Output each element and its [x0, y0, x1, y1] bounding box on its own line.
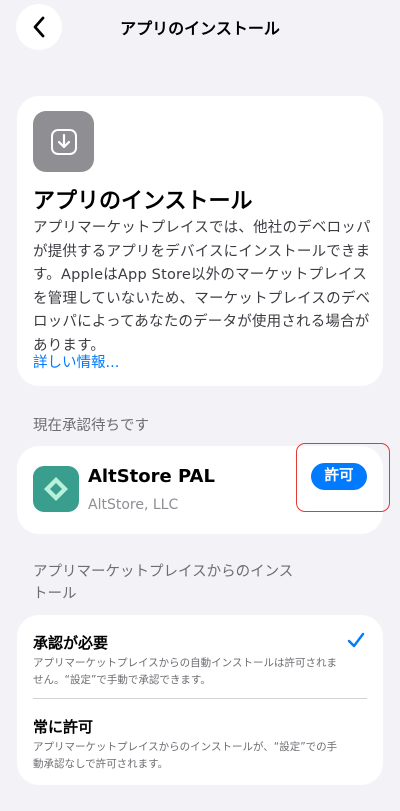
- download-arrow-icon: [33, 111, 94, 172]
- option-description: アプリマーケットプレイスからの自動インストールは許可されません。“設定”で手動で…: [33, 657, 337, 686]
- pending-section-header: 現在承認待ちです: [33, 418, 149, 434]
- marketplace-section-header: アプリマーケットプレイスからのインストール: [33, 564, 294, 602]
- info-title: アプリのインストール: [33, 189, 253, 214]
- app-name: AltStore PAL: [88, 466, 215, 487]
- navigation-bar: アプリのインストール: [0, 0, 400, 56]
- allow-highlight-box: 許可: [296, 443, 390, 512]
- option-always-allow[interactable]: 常に許可 アプリマーケットプレイスからのインストールが、“設定”での手動承認なし…: [17, 699, 383, 785]
- option-title: 常に許可: [33, 718, 94, 736]
- altstore-app-icon: [33, 466, 79, 512]
- app-developer: AltStore, LLC: [88, 497, 179, 513]
- allow-button[interactable]: 許可: [311, 463, 367, 490]
- checkmark-icon: [347, 632, 365, 648]
- info-description: アプリマーケットプレイスでは、他社のデベロッパが提供するアプリをデバイスにインス…: [33, 220, 371, 354]
- info-card: アプリのインストール アプリマーケットプレイスでは、他社のデベロッパが提供するア…: [17, 96, 383, 386]
- learn-more-link[interactable]: 詳しい情報...: [33, 351, 119, 372]
- install-options-card: 承認が必要 アプリマーケットプレイスからの自動インストールは許可されません。“設…: [17, 615, 383, 785]
- option-description: アプリマーケットプレイスからのインストールが、“設定”での手動承認なしで許可され…: [33, 741, 338, 770]
- option-require-approval[interactable]: 承認が必要 アプリマーケットプレイスからの自動インストールは許可されません。“設…: [17, 615, 383, 698]
- option-title: 承認が必要: [33, 634, 109, 652]
- page-title: アプリのインストール: [120, 19, 280, 38]
- pending-app-card: AltStore PAL AltStore, LLC 許可: [17, 443, 390, 534]
